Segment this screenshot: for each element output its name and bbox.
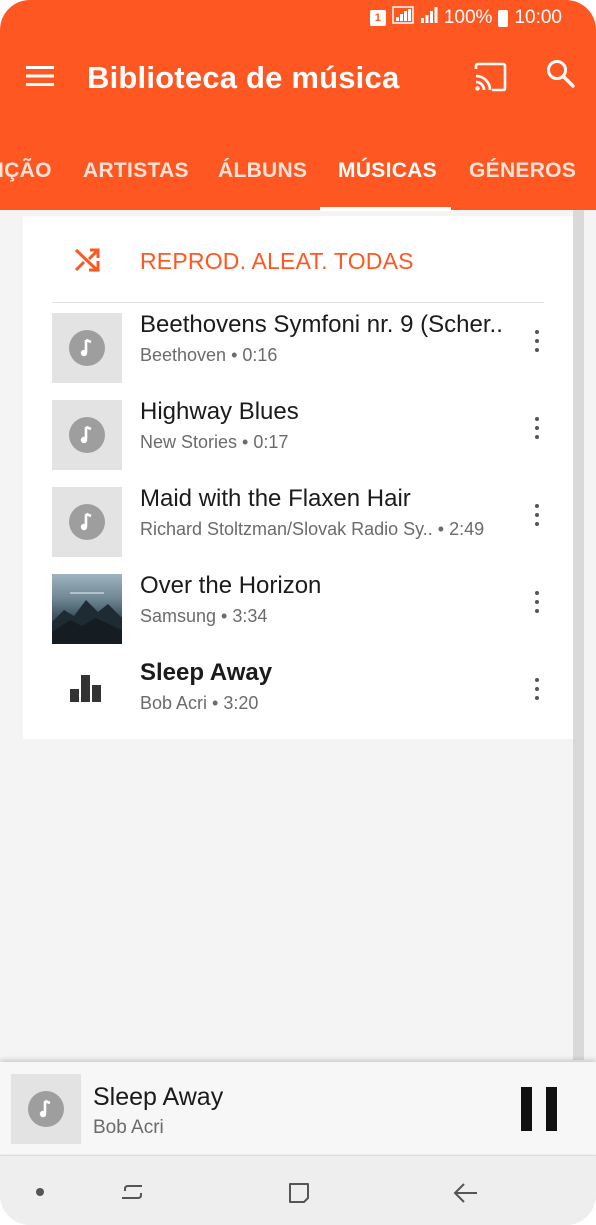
pause-icon[interactable] <box>518 1087 558 1131</box>
song-row[interactable]: Over the Horizon Samsung • 3:34 <box>23 564 573 651</box>
song-subtitle: New Stories • 0:17 <box>140 432 289 452</box>
song-title: Highway Blues <box>140 398 299 425</box>
more-options-icon[interactable] <box>531 503 543 529</box>
more-options-icon[interactable] <box>531 416 543 442</box>
song-row[interactable]: Beethovens Symfoni nr. 9 (Scher.. Beetho… <box>23 303 573 390</box>
song-thumbnail <box>52 487 122 557</box>
tab-musicas[interactable]: MÚSICAS <box>338 159 437 183</box>
battery-percent: 100% <box>443 7 493 28</box>
status-icons: 1 100% 10:00 <box>369 6 562 30</box>
more-options-icon[interactable] <box>531 590 543 616</box>
cast-icon[interactable] <box>473 60 507 94</box>
mini-player[interactable]: Sleep Away Bob Acri <box>0 1062 596 1154</box>
music-note-icon <box>69 417 105 453</box>
equalizer-icon <box>69 669 103 703</box>
sim-icon: 1 <box>369 10 386 26</box>
shuffle-all-label: REPROD. ALEAT. TODAS <box>140 248 414 274</box>
song-title: Sleep Away <box>140 659 273 686</box>
more-options-icon[interactable] <box>531 329 543 355</box>
song-title: Maid with the Flaxen Hair <box>140 485 411 512</box>
tab-coleccao[interactable]: IÇÃO <box>0 159 52 183</box>
shuffle-all-button[interactable]: REPROD. ALEAT. TODAS <box>23 216 573 302</box>
music-note-icon <box>69 330 105 366</box>
navigation-bar <box>0 1155 596 1225</box>
mini-player-thumbnail <box>11 1074 81 1144</box>
tab-indicator <box>320 207 451 211</box>
song-row[interactable]: Highway Blues New Stories • 0:17 <box>23 390 573 477</box>
menu-icon[interactable] <box>26 64 54 88</box>
home-icon[interactable] <box>284 1178 314 1208</box>
song-thumbnail <box>52 400 122 470</box>
shuffle-icon <box>73 246 101 274</box>
music-note-icon <box>69 504 105 540</box>
song-subtitle: Samsung • 3:34 <box>140 606 268 626</box>
app-screen: 1 100% 10:00 Biblioteca de música IÇÃO A… <box>0 0 596 1225</box>
tab-artistas[interactable]: ARTISTAS <box>83 159 189 183</box>
wifi-signal-icon <box>392 6 414 30</box>
search-icon[interactable] <box>545 58 577 90</box>
status-bar: 1 100% 10:00 <box>0 0 596 34</box>
cell-signal-icon <box>420 6 438 30</box>
recent-apps-icon[interactable] <box>118 1178 148 1208</box>
more-options-icon[interactable] <box>531 677 543 703</box>
song-subtitle: Beethoven • 0:16 <box>140 345 278 365</box>
tab-bar: IÇÃO ARTISTAS ÁLBUNS MÚSICAS GÉNEROS <box>0 149 596 211</box>
music-note-icon <box>28 1091 64 1127</box>
mini-player-title: Sleep Away <box>93 1083 224 1111</box>
song-row[interactable]: Maid with the Flaxen Hair Richard Stoltz… <box>23 477 573 564</box>
song-title: Beethovens Symfoni nr. 9 (Scher.. <box>140 311 503 338</box>
tab-albuns[interactable]: ÁLBUNS <box>218 159 307 183</box>
song-title: Over the Horizon <box>140 572 322 599</box>
tab-generos[interactable]: GÉNEROS <box>469 159 576 183</box>
song-subtitle: Richard Stoltzman/Slovak Radio Sy.. • 2:… <box>140 519 485 539</box>
album-art <box>52 574 122 644</box>
page-title: Biblioteca de música <box>87 60 400 95</box>
app-bar: Biblioteca de música IÇÃO ARTISTAS ÁLBUN… <box>0 34 596 211</box>
back-icon[interactable] <box>451 1178 481 1208</box>
song-subtitle: Bob Acri • 3:20 <box>140 693 259 713</box>
battery-icon <box>498 9 509 27</box>
dot-icon[interactable] <box>25 1178 55 1208</box>
mini-player-artist: Bob Acri <box>93 1117 164 1138</box>
song-row-now-playing[interactable]: Sleep Away Bob Acri • 3:20 <box>23 651 573 738</box>
song-thumbnail <box>52 313 122 383</box>
clock: 10:00 <box>514 7 562 28</box>
scrollbar[interactable] <box>573 210 584 1060</box>
